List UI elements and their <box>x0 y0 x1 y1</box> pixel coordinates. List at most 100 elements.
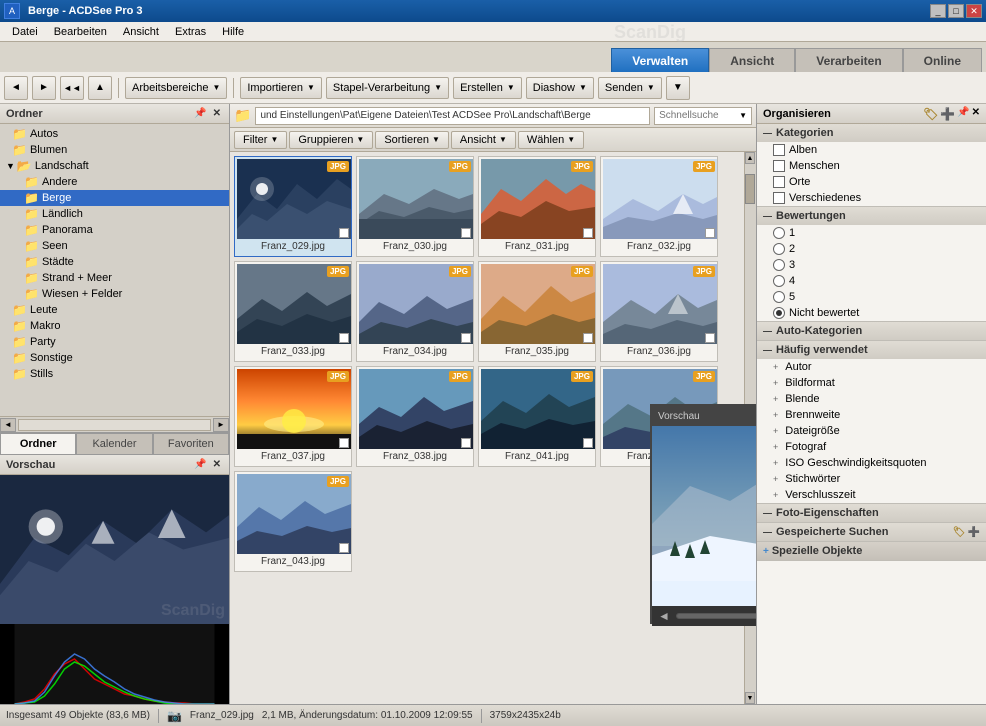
tree-item-berge[interactable]: 📁 Berge <box>0 190 229 206</box>
sort-button[interactable]: Sortieren ▼ <box>375 131 449 149</box>
group-button[interactable]: Gruppieren ▼ <box>289 131 373 149</box>
org-item-bildformat[interactable]: + Bildformat <box>757 375 986 391</box>
batch-dropdown[interactable]: Stapel-Verarbeitung ▼ <box>326 77 449 99</box>
pin-icon[interactable]: 📌 <box>957 107 969 121</box>
radio-1[interactable] <box>773 227 785 239</box>
thumbnail-item[interactable]: JPG Franz_036.jpg <box>600 261 718 362</box>
tab-kalender[interactable]: Kalender <box>76 433 152 454</box>
thumbnail-item[interactable]: JPG Franz_032.jpg <box>600 156 718 257</box>
radio-4[interactable] <box>773 275 785 287</box>
checkbox-orte[interactable] <box>773 176 785 188</box>
radio-2[interactable] <box>773 243 785 255</box>
org-item-rating-1[interactable]: 1 <box>757 225 986 241</box>
tree-item-stills[interactable]: 📁 Stills <box>0 366 229 382</box>
thumb-checkbox[interactable] <box>461 228 471 238</box>
thumbnail-item[interactable]: JPG Franz_031.jpg <box>478 156 596 257</box>
org-item-autor[interactable]: + Autor <box>757 359 986 375</box>
org-item-iso[interactable]: + ISO Geschwindigkeitsquoten <box>757 455 986 471</box>
org-item-fotograf[interactable]: + Fotograf <box>757 439 986 455</box>
view-button[interactable]: Ansicht ▼ <box>451 131 516 149</box>
menu-bearbeiten[interactable]: Bearbeiten <box>46 24 115 40</box>
tree-scroll-bar[interactable]: ◄ ► <box>0 416 229 432</box>
foto-eigenschaften-header[interactable]: — Foto-Eigenschaften <box>757 504 986 522</box>
select-button[interactable]: Wählen ▼ <box>518 131 584 149</box>
org-item-verschlusszeit[interactable]: + Verschlusszeit <box>757 487 986 503</box>
tree-item-andere[interactable]: 📁 Andere <box>0 174 229 190</box>
org-icon-1[interactable]: 🏷 <box>923 107 938 121</box>
close-preview-icon[interactable]: ✕ <box>211 458 223 471</box>
tree-item-laendlich[interactable]: 📁 Ländlich <box>0 206 229 222</box>
thumbnail-item[interactable]: JPG Franz_037.jpg <box>234 366 352 467</box>
search-box[interactable]: ▼ <box>654 107 752 125</box>
menu-extras[interactable]: Extras <box>167 24 214 40</box>
pin-icon[interactable]: 📌 <box>192 107 208 120</box>
nav-home-button[interactable]: ▲ <box>88 76 112 100</box>
org-item-rating-2[interactable]: 2 <box>757 241 986 257</box>
create-dropdown[interactable]: Erstellen ▼ <box>453 77 522 99</box>
tab-ordner[interactable]: Ordner <box>0 433 76 454</box>
bewertungen-header[interactable]: — Bewertungen <box>757 207 986 225</box>
tree-item-staedte[interactable]: 📁 Städte <box>0 254 229 270</box>
radio-5[interactable] <box>773 291 785 303</box>
pin-icon[interactable]: 📌 <box>192 458 208 471</box>
org-item-stichwörter[interactable]: + Stichwörter <box>757 471 986 487</box>
thumb-checkbox[interactable] <box>705 333 715 343</box>
maximize-button[interactable]: □ <box>948 4 964 18</box>
workspace-dropdown[interactable]: Arbeitsbereiche ▼ <box>125 77 227 99</box>
tab-verwalten[interactable]: Verwalten <box>611 48 709 72</box>
radio-nicht-bewertet[interactable] <box>773 307 785 319</box>
tab-online[interactable]: Online <box>903 48 982 72</box>
thumb-checkbox[interactable] <box>461 438 471 448</box>
search-dropdown-icon[interactable]: ▼ <box>739 111 747 120</box>
scroll-right-btn[interactable]: ► <box>213 418 229 432</box>
thumb-checkbox[interactable] <box>583 438 593 448</box>
diashow-dropdown[interactable]: Diashow ▼ <box>526 77 594 99</box>
tab-ansicht[interactable]: Ansicht <box>709 48 795 72</box>
radio-3[interactable] <box>773 259 785 271</box>
checkbox-verschiedenes[interactable] <box>773 192 785 204</box>
close-org-icon[interactable]: ✕ <box>972 107 980 121</box>
more-button[interactable]: ▼ <box>666 76 690 100</box>
auto-kategorien-header[interactable]: — Auto-Kategorien <box>757 322 986 340</box>
scroll-left-btn[interactable]: ◄ <box>0 418 16 432</box>
thumbnail-item[interactable]: JPG Franz_041.jpg <box>478 366 596 467</box>
scroll-thumb[interactable] <box>745 174 755 204</box>
add-search-icon[interactable]: ➕ <box>968 527 980 538</box>
thumb-checkbox[interactable] <box>339 228 349 238</box>
tree-item-seen[interactable]: 📁 Seen <box>0 238 229 254</box>
checkbox-menschen[interactable] <box>773 160 785 172</box>
org-icon-2[interactable]: ➕ <box>940 107 955 121</box>
save-search-icon[interactable]: 🏷 <box>953 527 966 538</box>
thumbnail-item[interactable]: JPG Franz_033.jpg <box>234 261 352 362</box>
thumbnail-item[interactable]: JPG Franz_038.jpg <box>356 366 474 467</box>
org-item-brennweite[interactable]: + Brennweite <box>757 407 986 423</box>
org-item-nicht-bewertet[interactable]: Nicht bewertet <box>757 305 986 321</box>
tree-item-blumen[interactable]: 📁 Blumen <box>0 142 229 158</box>
tab-favoriten[interactable]: Favoriten <box>153 433 229 454</box>
tree-item-wiesen[interactable]: 📁 Wiesen + Felder <box>0 286 229 302</box>
org-item-rating-4[interactable]: 4 <box>757 273 986 289</box>
menu-datei[interactable]: Datei <box>4 24 46 40</box>
thumb-checkbox[interactable] <box>583 333 593 343</box>
tree-item-party[interactable]: 📁 Party <box>0 334 229 350</box>
send-dropdown[interactable]: Senden ▼ <box>598 77 662 99</box>
nav-forward-button[interactable]: ► <box>32 76 56 100</box>
tree-item-autos[interactable]: 📁 Autos <box>0 126 229 142</box>
org-item-orte[interactable]: Orte <box>757 174 986 190</box>
tree-item-makro[interactable]: 📁 Makro <box>0 318 229 334</box>
window-controls[interactable]: _ □ ✕ <box>930 4 982 18</box>
checkbox-alben[interactable] <box>773 144 785 156</box>
haufig-header[interactable]: — Häufig verwendet <box>757 341 986 359</box>
thumbnail-item[interactable]: JPG Franz_030.jpg <box>356 156 474 257</box>
thumbnail-item[interactable]: JPG Franz_034.jpg <box>356 261 474 362</box>
thumb-checkbox[interactable] <box>339 543 349 553</box>
prev-icon[interactable]: ◄ <box>658 609 670 623</box>
thumb-checkbox[interactable] <box>461 333 471 343</box>
minimize-button[interactable]: _ <box>930 4 946 18</box>
search-input[interactable] <box>659 110 739 121</box>
menu-ansicht[interactable]: Ansicht <box>115 24 167 40</box>
kategorien-header[interactable]: — Kategorien <box>757 124 986 142</box>
org-item-rating-5[interactable]: 5 <box>757 289 986 305</box>
filter-button[interactable]: Filter ▼ <box>234 131 287 149</box>
thumb-checkbox[interactable] <box>339 333 349 343</box>
